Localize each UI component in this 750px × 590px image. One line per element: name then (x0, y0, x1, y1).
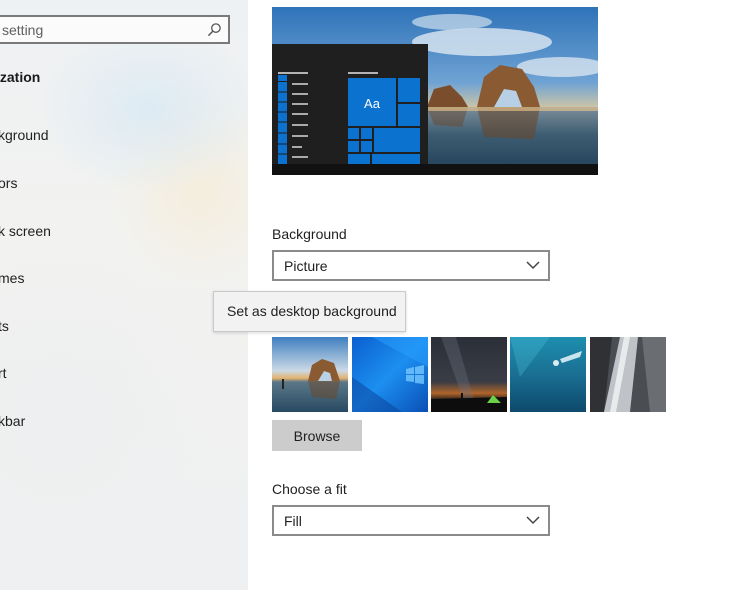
recent-image-windows[interactable] (352, 337, 428, 412)
recent-image-night-sky[interactable] (431, 337, 507, 412)
section-title: ization (0, 69, 41, 85)
browse-button[interactable]: Browse (272, 420, 362, 451)
search-input[interactable] (0, 17, 202, 42)
set-background-tooltip: Set as desktop background (213, 291, 406, 332)
sidebar-item-fonts[interactable]: ts (0, 318, 9, 338)
preview-tile-text: Aa (364, 96, 381, 111)
search-icon[interactable] (207, 22, 222, 37)
recent-image-waterfall[interactable] (590, 337, 666, 412)
recent-image-beach[interactable] (272, 337, 348, 412)
choose-fit-label: Choose a fit (272, 481, 347, 497)
background-dropdown-value: Picture (284, 258, 328, 274)
background-label: Background (272, 226, 347, 242)
settings-sidebar: ization kground ors k screen mes ts rt k… (0, 0, 248, 590)
sidebar-item-start[interactable]: rt (0, 365, 7, 385)
fit-dropdown-value: Fill (284, 513, 302, 529)
sidebar-item-background[interactable]: kground (0, 127, 49, 147)
sidebar-item-taskbar[interactable]: kbar (0, 413, 25, 433)
search-box[interactable] (0, 15, 230, 44)
sidebar-item-themes[interactable]: mes (0, 270, 24, 290)
background-dropdown[interactable]: Picture (272, 250, 550, 281)
sidebar-item-colors[interactable]: ors (0, 175, 17, 195)
chevron-down-icon (526, 261, 540, 270)
sidebar-item-lock-screen[interactable]: k screen (0, 223, 51, 243)
desktop-preview: Aa (272, 7, 598, 175)
chevron-down-icon (526, 516, 540, 525)
recent-image-underwater[interactable] (510, 337, 586, 412)
fit-dropdown[interactable]: Fill (272, 505, 550, 536)
